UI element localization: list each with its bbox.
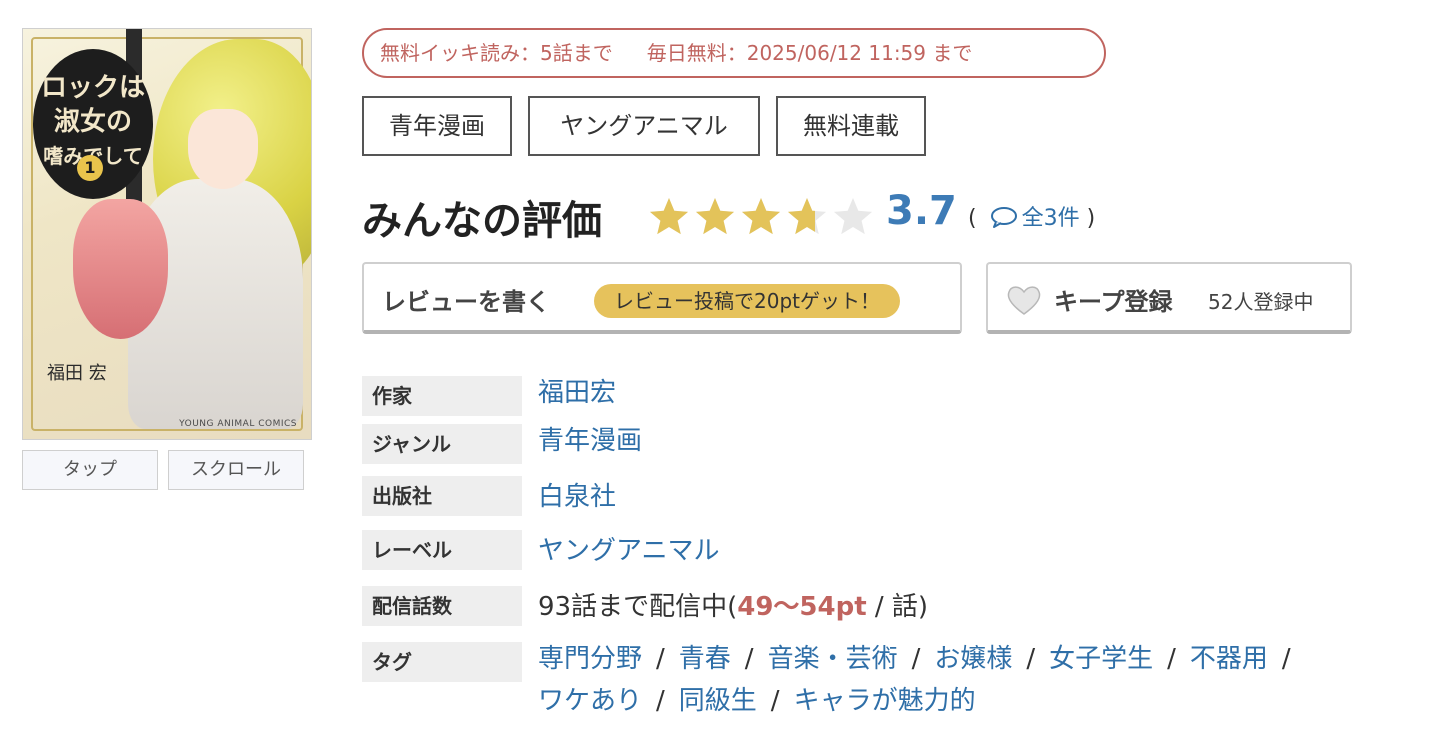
scroll-mode-button[interactable]: スクロール	[168, 450, 304, 490]
episodes-suffix: / 話)	[866, 592, 929, 622]
keep-label: キープ登録	[1054, 288, 1173, 316]
cover-guitar	[73, 199, 168, 339]
label-link[interactable]: ヤングアニマル	[538, 536, 719, 566]
rating-count-close: )	[1086, 206, 1096, 231]
speech-bubble-icon	[990, 207, 1017, 228]
tags-label: タグ	[362, 642, 522, 682]
tag-link[interactable]: お嬢様	[934, 644, 1012, 674]
write-review-label: レビューを書く	[382, 288, 550, 316]
review-point-badge: レビュー投稿で20ptゲット！	[594, 284, 900, 318]
cover-label: YOUNG ANIMAL COMICS	[179, 419, 297, 429]
free-reading-notice: 無料イッキ読み：5話まで 毎日無料：2025/06/12 11:59 まで	[362, 28, 1106, 78]
keep-count: 52人登録中	[1208, 290, 1314, 314]
comic-cover[interactable]: ロックは 淑女の 嗜みでして 1 福田 宏 YOUNG ANIMAL COMIC…	[22, 28, 312, 440]
star-icon	[695, 198, 735, 235]
episodes-label: 配信話数	[362, 586, 522, 626]
episodes-price: 49〜54pt	[737, 592, 867, 622]
tag-link[interactable]: 音楽・芸術	[768, 644, 898, 674]
cover-title-line: 淑女の	[53, 107, 132, 137]
free-daily-text: 毎日無料：2025/06/12 11:59 まで	[646, 41, 973, 65]
rating-count: ( 全3件 )	[968, 200, 1095, 232]
episodes-value: 93話まで配信中(49〜54pt / 話)	[538, 586, 928, 623]
tag-link[interactable]: 青春	[679, 644, 731, 674]
label-label: レーベル	[362, 530, 522, 570]
tag-link[interactable]: 女子学生	[1049, 644, 1153, 674]
free-ikki-text: 無料イッキ読み：5話まで	[380, 41, 613, 65]
cover-title-line: ロックは	[40, 73, 145, 103]
tag-link[interactable]: ワケあり	[538, 686, 642, 716]
tag-link[interactable]: 専門分野	[538, 644, 642, 674]
star-icon	[833, 198, 873, 235]
episodes-prefix: 93話まで配信中(	[538, 592, 738, 622]
tag-seinen[interactable]: 青年漫画	[362, 96, 512, 156]
review-count-link[interactable]: 全3件	[984, 206, 1080, 231]
publisher-link[interactable]: 白泉社	[538, 482, 616, 512]
rating-stars	[649, 198, 873, 235]
tap-mode-button[interactable]: タップ	[22, 450, 158, 490]
tag-link[interactable]: 不器用	[1190, 644, 1268, 674]
rating-title: みんなの評価	[362, 198, 602, 244]
star-icon	[649, 198, 689, 235]
keep-button[interactable]: キープ登録 52人登録中	[986, 262, 1352, 334]
genre-label: ジャンル	[362, 424, 522, 464]
cover-author: 福田 宏	[47, 363, 107, 384]
write-review-button[interactable]: レビューを書く レビュー投稿で20ptゲット！	[362, 262, 962, 334]
tag-list: 専門分野 / 青春 / 音楽・芸術 / お嬢様 / 女子学生 / 不器用 / ワケあり / 同級生 / キャラが…	[538, 644, 1291, 716]
tag-link[interactable]: キャラが魅力的	[794, 686, 976, 716]
cover-volume: 1	[77, 155, 103, 181]
cover-face	[188, 109, 258, 189]
genre-link[interactable]: 青年漫画	[538, 426, 642, 456]
author-link[interactable]: 福田宏	[538, 378, 616, 408]
rating-count-open: (	[968, 206, 977, 231]
rating-value: 3.7	[886, 188, 957, 234]
tag-free-serial[interactable]: 無料連載	[776, 96, 926, 156]
heart-icon	[1007, 286, 1041, 315]
star-icon	[741, 198, 781, 235]
review-count-text: 全3件	[1021, 206, 1080, 231]
tag-link[interactable]: 同級生	[679, 686, 757, 716]
tag-young-animal[interactable]: ヤングアニマル	[528, 96, 760, 156]
publisher-label: 出版社	[362, 476, 522, 516]
author-label: 作家	[362, 376, 522, 416]
